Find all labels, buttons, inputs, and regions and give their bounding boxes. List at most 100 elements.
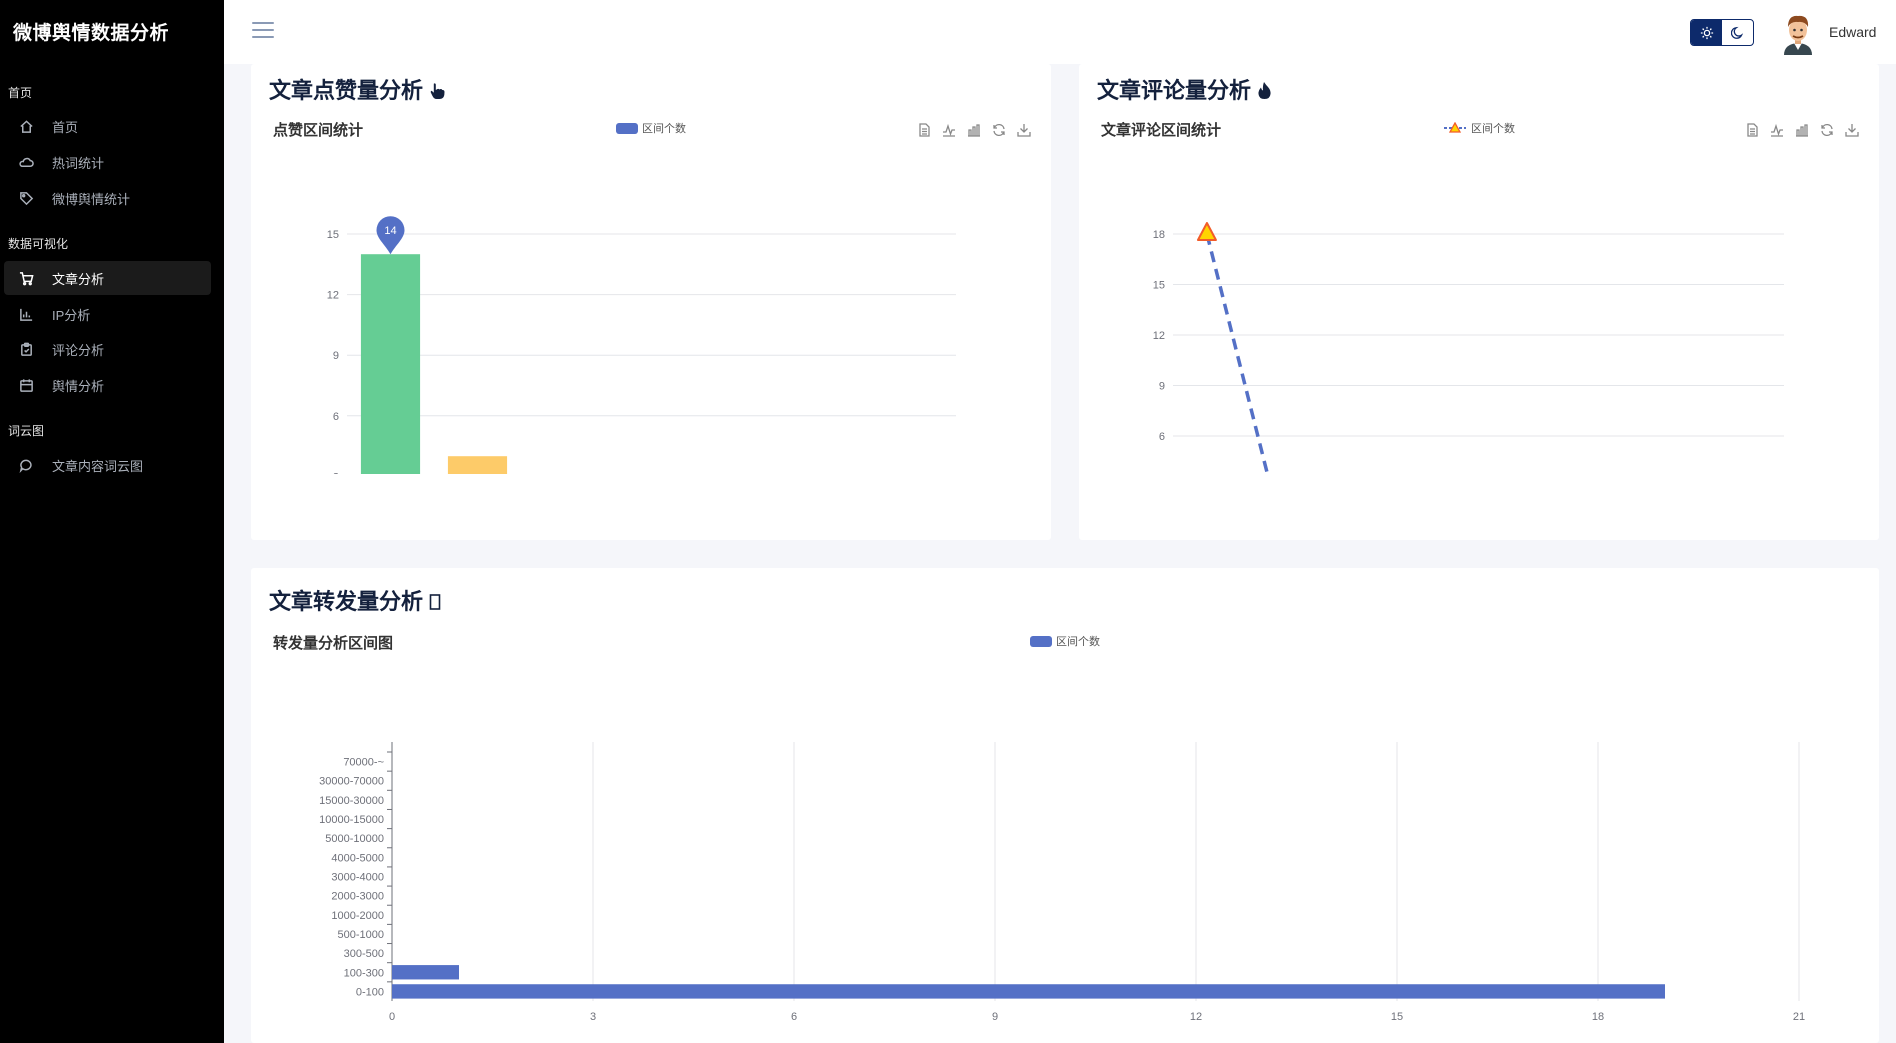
y-tick-label: 5000-10000 xyxy=(325,833,384,845)
sidebar-item-sentiment-analysis[interactable]: 舆情分析 xyxy=(4,368,211,402)
download-icon[interactable] xyxy=(1015,121,1032,138)
triangle-point xyxy=(1196,222,1217,241)
forwards-legend[interactable]: 区间个数 xyxy=(1030,633,1100,649)
y-tick-label: 30000-70000 xyxy=(319,776,384,788)
sidebar-item-comment-analysis[interactable]: 评论分析 xyxy=(4,332,211,366)
restore-icon[interactable] xyxy=(1818,121,1835,138)
y-tick-label: 300-500 xyxy=(344,948,384,960)
x-tick-label: 21 xyxy=(1793,1011,1805,1023)
sidebar-item-ip-analysis[interactable]: IP分析 xyxy=(4,297,211,331)
x-tick-label: 0 xyxy=(389,1011,395,1023)
legend-swatch xyxy=(1030,635,1052,647)
likes-chart-title: 点赞区间统计 xyxy=(273,122,364,139)
y-tick-label: 1000-2000 xyxy=(331,910,384,922)
missing-glyph-icon xyxy=(429,591,441,617)
tag-icon xyxy=(18,190,34,206)
bar xyxy=(447,456,508,474)
line-icon[interactable] xyxy=(1768,121,1785,138)
series-line xyxy=(1205,233,1270,474)
nav-section-wordcloud: 词云图 xyxy=(8,424,45,438)
x-tick-label: 15 xyxy=(1391,1011,1403,1023)
sidebar-item-label: 微博舆情统计 xyxy=(52,191,131,207)
mark-point-label: 14 xyxy=(384,225,396,237)
forwards-card: 文章转发量分析 转发量分析区间图 区间个数 0 3 6 9 12 15 18 21 0-100 1… xyxy=(251,568,1879,1043)
y-tick-label: 500-1000 xyxy=(338,929,385,941)
bar-icon[interactable] xyxy=(965,121,982,138)
legend-label: 区间个数 xyxy=(1056,636,1100,648)
y-tick-label: 0-100 xyxy=(356,986,384,998)
comments-toolbox xyxy=(1743,121,1860,138)
legend-swatch xyxy=(616,122,638,134)
x-tick-label: 6 xyxy=(791,1011,797,1023)
likes-legend[interactable]: 区间个数 xyxy=(616,120,686,136)
hand-pointer-icon xyxy=(429,80,446,106)
cart-icon xyxy=(18,270,34,286)
sidebar-item-home[interactable]: 首页 xyxy=(4,109,211,143)
chart-icon xyxy=(18,306,34,322)
y-tick-label: 2000-3000 xyxy=(331,891,384,903)
legend-swatch xyxy=(1444,122,1466,133)
likes-toolbox xyxy=(915,121,1032,138)
sidebar-item-label: 首页 xyxy=(52,119,79,135)
bar xyxy=(392,984,1665,999)
y-tick-label: 100-300 xyxy=(344,967,384,979)
comments-chart-title: 文章评论区间统计 xyxy=(1101,122,1222,139)
sidebar-item-label: 热词统计 xyxy=(52,155,105,171)
y-tick-label: 9 xyxy=(1159,381,1165,393)
y-tick-label: 10000-15000 xyxy=(319,814,384,826)
comments-chart: 03691215180-100500-10001500-30005000-100… xyxy=(1153,222,1784,474)
bar xyxy=(360,254,421,474)
y-tick-label: 15 xyxy=(327,229,339,241)
nav-section-visualization: 数据可视化 xyxy=(8,237,69,251)
y-tick-label: 4000-5000 xyxy=(331,852,384,864)
sidebar-item-article-analysis[interactable]: 文章分析 xyxy=(4,261,211,295)
sidebar-item-content-wordcloud[interactable]: 文章内容词云图 xyxy=(4,448,211,482)
y-tick-label: 6 xyxy=(333,411,339,423)
home-icon xyxy=(18,118,34,134)
legend-label: 区间个数 xyxy=(1471,123,1515,135)
chat-icon xyxy=(18,457,34,473)
sidebar: 微博舆情数据分析 首页 首页 热词统计 微博舆情统计 数据可视化 文章分析 IP… xyxy=(0,0,224,1043)
y-tick-label: 6 xyxy=(1159,431,1165,443)
y-tick-label: 12 xyxy=(1153,330,1165,342)
comments-card-title: 文章评论量分析 xyxy=(1097,73,1272,106)
download-icon[interactable] xyxy=(1843,121,1860,138)
clipboard-icon xyxy=(18,341,34,357)
sidebar-item-label: 评论分析 xyxy=(52,342,105,358)
username[interactable]: Edward xyxy=(1829,24,1876,40)
legend-label: 区间个数 xyxy=(642,123,686,135)
y-tick-label: 15 xyxy=(1153,280,1165,292)
data-view-icon[interactable] xyxy=(915,121,932,138)
topbar: Edward xyxy=(224,0,1896,64)
avatar[interactable] xyxy=(1778,13,1818,55)
cloud-icon xyxy=(18,154,34,170)
line-icon[interactable] xyxy=(940,121,957,138)
moon-icon[interactable] xyxy=(1722,20,1753,45)
y-tick-label: 3 xyxy=(333,471,339,474)
calendar-icon xyxy=(18,377,34,393)
hamburger-icon[interactable] xyxy=(252,22,274,40)
forwards-chart: 0 3 6 9 12 15 18 21 0-100 100-300 300-500 500-1000 1… xyxy=(319,742,1805,1023)
likes-card: 文章点赞量分析 点赞区间统计 区间个数 036912150-1001000-50… xyxy=(251,64,1051,540)
sidebar-item-label: 文章分析 xyxy=(52,271,105,287)
nav-section-home: 首页 xyxy=(8,86,33,100)
y-tick-label: 12 xyxy=(327,290,339,302)
y-tick-label: 15000-30000 xyxy=(319,795,384,807)
comments-legend[interactable]: 区间个数 xyxy=(1443,120,1515,136)
sidebar-item-hotwords[interactable]: 热词统计 xyxy=(4,145,211,179)
app-title: 微博舆情数据分析 xyxy=(13,23,170,44)
sun-icon[interactable] xyxy=(1691,20,1722,45)
data-view-icon[interactable] xyxy=(1743,121,1760,138)
theme-toggle xyxy=(1690,19,1754,46)
y-tick-label: 18 xyxy=(1153,229,1165,241)
restore-icon[interactable] xyxy=(990,121,1007,138)
y-tick-label: 9 xyxy=(333,350,339,362)
bar-icon[interactable] xyxy=(1793,121,1810,138)
x-tick-label: 18 xyxy=(1592,1011,1604,1023)
comments-card: 文章评论量分析 文章评论区间统计 区间个数 03691215180-100500… xyxy=(1079,64,1879,540)
y-tick-label: 3000-4000 xyxy=(331,872,384,884)
sidebar-item-weibo-stats[interactable]: 微博舆情统计 xyxy=(4,181,211,215)
bar xyxy=(392,965,459,980)
x-tick-label: 9 xyxy=(992,1011,998,1023)
forwards-card-title: 文章转发量分析 xyxy=(269,584,441,617)
